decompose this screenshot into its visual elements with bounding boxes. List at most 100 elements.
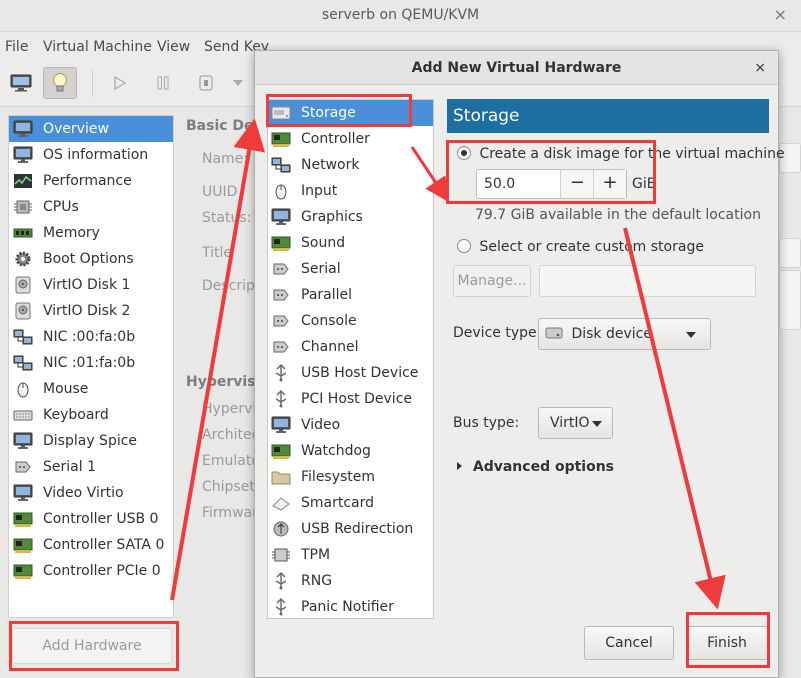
hw-item-parallel[interactable]: Parallel	[268, 282, 433, 308]
hw-item-usb-host-device[interactable]: USB Host Device	[268, 360, 433, 386]
mouse-icon	[271, 182, 291, 200]
hw-item-tpm[interactable]: TPM	[268, 542, 433, 568]
disk-size-stepper[interactable]: 50.0 − +	[476, 169, 627, 199]
hw-item-filesystem[interactable]: Filesystem	[268, 464, 433, 490]
network-icon	[13, 329, 33, 345]
details-view-button[interactable]	[43, 67, 77, 99]
hw-item-graphics[interactable]: Graphics	[268, 204, 433, 230]
sidebar-item-performance[interactable]: Performance	[9, 168, 173, 194]
hw-item-label: TPM	[301, 547, 331, 563]
radio-selected-icon[interactable]	[457, 146, 471, 160]
sidebar-item-display-spice[interactable]: Display Spice	[9, 428, 173, 454]
create-disk-label: Create a disk image for the virtual mach…	[479, 146, 785, 162]
hw-item-label: USB Host Device	[301, 365, 419, 381]
menu-file[interactable]: File	[5, 39, 28, 55]
hw-item-storage[interactable]: Storage	[268, 100, 433, 126]
mouse-icon	[275, 184, 287, 200]
hw-item-smartcard[interactable]: Smartcard	[268, 490, 433, 516]
hw-item-panic-notifier[interactable]: Panic Notifier	[268, 594, 433, 620]
detail-label: Architec	[202, 427, 260, 443]
hw-item-controller[interactable]: Controller	[268, 126, 433, 152]
bus-type-dropdown[interactable]: VirtIO	[538, 407, 613, 439]
sidebar-item-mouse[interactable]: Mouse	[9, 376, 173, 402]
card-icon	[13, 512, 33, 527]
sidebar-item-controller-sata-0[interactable]: Controller SATA 0	[9, 532, 173, 558]
card-icon	[271, 236, 291, 251]
manage-button[interactable]: Manage...	[453, 265, 531, 297]
run-button[interactable]	[103, 67, 137, 99]
hw-item-sound[interactable]: Sound	[268, 230, 433, 256]
sidebar-item-os-information[interactable]: OS information	[9, 142, 173, 168]
available-space-text: 79.7 GiB available in the default locati…	[475, 207, 761, 223]
dialog-close-icon[interactable]: ×	[754, 51, 766, 85]
monitor-icon	[271, 208, 291, 225]
panel-header: Storage	[447, 99, 769, 133]
serial-icon	[13, 458, 33, 476]
sidebar-item-controller-usb-0[interactable]: Controller USB 0	[9, 506, 173, 532]
monitor-icon	[13, 432, 33, 449]
monitor-icon	[13, 146, 33, 163]
mouse-icon	[13, 380, 33, 398]
sidebar-item-boot-options[interactable]: Boot Options	[9, 246, 173, 272]
card-icon	[271, 442, 291, 460]
sidebar-item-serial-1[interactable]: Serial 1	[9, 454, 173, 480]
sidebar-item-label: Video Virtio	[43, 485, 124, 501]
pause-button[interactable]	[146, 67, 180, 99]
console-view-button[interactable]	[4, 67, 38, 99]
sidebar-item-overview[interactable]: Overview	[9, 116, 173, 142]
hw-item-serial[interactable]: Serial	[268, 256, 433, 282]
decrease-button[interactable]: −	[560, 170, 594, 198]
usb-icon	[271, 390, 291, 408]
sidebar-item-cpus[interactable]: CPUs	[9, 194, 173, 220]
device-type-value: Disk device	[571, 326, 652, 342]
sidebar-item-controller-pcie-0[interactable]: Controller PCIe 0	[9, 558, 173, 584]
hw-item-video[interactable]: Video	[268, 412, 433, 438]
disk-size-input[interactable]: 50.0	[477, 170, 560, 198]
hw-item-rng[interactable]: RNG	[268, 568, 433, 594]
create-disk-option[interactable]: Create a disk image for the virtual mach…	[457, 146, 785, 162]
disk-icon	[545, 327, 563, 339]
hw-item-console[interactable]: Console	[268, 308, 433, 334]
menu-virtual-machine[interactable]: Virtual Machine	[43, 39, 152, 55]
cancel-button[interactable]: Cancel	[584, 626, 674, 660]
radio-unselected-icon[interactable]	[457, 239, 471, 253]
hw-item-label: Controller	[301, 131, 370, 147]
dialog-titlebar: Add New Virtual Hardware ×	[255, 51, 778, 85]
hw-item-network[interactable]: Network	[268, 152, 433, 178]
usb-redirect-icon	[271, 520, 291, 538]
sidebar-item-label: Overview	[43, 121, 109, 137]
keyboard-icon	[13, 406, 33, 424]
custom-storage-option[interactable]: Select or create custom storage	[457, 239, 704, 255]
hw-item-label: Filesystem	[301, 469, 376, 485]
hw-item-channel[interactable]: Channel	[268, 334, 433, 360]
custom-storage-path-input[interactable]	[539, 265, 756, 297]
increase-button[interactable]: +	[593, 170, 626, 198]
sidebar-item-nic-00-fa-0b[interactable]: NIC :00:fa:0b	[9, 324, 173, 350]
sidebar-item-keyboard[interactable]: Keyboard	[9, 402, 173, 428]
monitor-icon	[10, 74, 32, 92]
hw-item-input[interactable]: Input	[268, 178, 433, 204]
hw-item-usb-redirection[interactable]: USB Redirection	[268, 516, 433, 542]
sidebar-item-nic-01-fa-0b[interactable]: NIC :01:fa:0b	[9, 350, 173, 376]
add-hardware-button[interactable]: Add Hardware	[12, 628, 172, 664]
disk-size-unit: GiB	[632, 176, 657, 192]
menu-view[interactable]: View	[157, 39, 190, 55]
device-type-dropdown[interactable]: Disk device	[538, 318, 711, 350]
detail-label: Firmwar	[202, 505, 258, 521]
main-close-icon[interactable]: ×	[774, 0, 787, 30]
detail-label: Title	[202, 245, 233, 261]
shutdown-button[interactable]	[189, 67, 223, 99]
shutdown-menu-button[interactable]	[228, 67, 248, 99]
storage-panel: Storage Create a disk image for the virt…	[447, 99, 785, 475]
hw-item-pci-host-device[interactable]: PCI Host Device	[268, 386, 433, 412]
network-icon	[271, 156, 291, 174]
sidebar-item-memory[interactable]: Memory	[9, 220, 173, 246]
advanced-options-expander[interactable]: Advanced options	[457, 459, 614, 475]
hw-item-watchdog[interactable]: Watchdog	[268, 438, 433, 464]
sidebar-item-virtio-disk-1[interactable]: VirtIO Disk 1	[9, 272, 173, 298]
sidebar-item-video-virtio[interactable]: Video Virtio	[9, 480, 173, 506]
disk-icon	[15, 302, 31, 320]
hw-item-label: Sound	[301, 235, 346, 251]
finish-button[interactable]: Finish	[686, 626, 768, 660]
sidebar-item-virtio-disk-2[interactable]: VirtIO Disk 2	[9, 298, 173, 324]
